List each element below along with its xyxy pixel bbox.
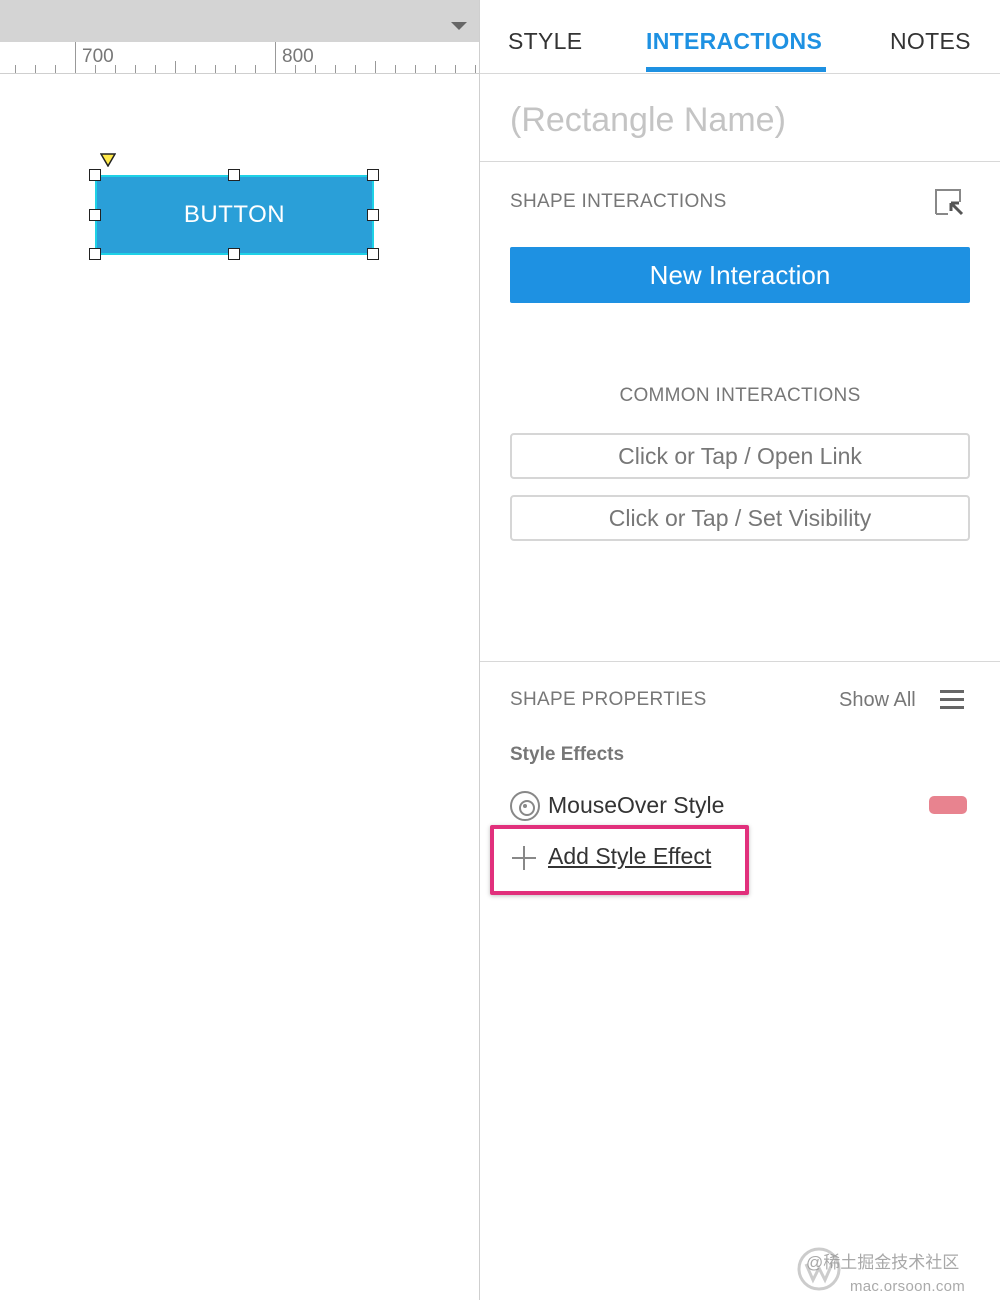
resize-handle[interactable] [228,169,240,181]
resize-handle[interactable] [367,248,379,260]
add-style-effect-label[interactable]: Add Style Effect [548,843,711,870]
tab-interactions[interactable]: INTERACTIONS [646,28,822,55]
ruler-tick [435,65,436,73]
ruler-tick [415,65,416,73]
style-effect-row[interactable]: MouseOver Style [510,790,970,824]
ruler-tick [255,65,256,73]
resize-handle[interactable] [89,209,101,221]
set-visibility-interaction-button[interactable]: Click or Tap / Set Visibility [510,495,970,541]
ruler-tick [215,65,216,73]
ruler-tick [135,65,136,73]
ruler-tick [155,65,156,73]
open-link-interaction-button[interactable]: Click or Tap / Open Link [510,433,970,479]
watermark-text: @稀土掘金技术社区 [806,1253,960,1272]
horizontal-ruler: 700 800 [0,42,479,74]
chevron-down-icon[interactable] [451,22,467,30]
hamburger-menu-icon[interactable] [940,690,964,710]
ruler-tick [455,65,456,73]
section-divider [480,661,1000,662]
section-title-shape-properties: SHAPE PROPERTIES [510,689,707,710]
target-icon [510,791,540,821]
resize-handle[interactable] [367,169,379,181]
ruler-label: 800 [282,46,314,67]
pop-out-icon[interactable] [934,188,964,216]
resize-handle[interactable] [367,209,379,221]
resize-handle[interactable] [89,248,101,260]
inspector-tabs: STYLE INTERACTIONS NOTES [480,0,1000,74]
style-color-swatch[interactable] [929,796,967,814]
ruler-tick [295,65,296,73]
ruler-tick [275,42,276,73]
resize-handle[interactable] [89,169,101,181]
canvas-top-bar [0,0,479,42]
active-tab-indicator [646,67,826,72]
ruler-tick [115,65,116,73]
plus-icon [512,846,536,870]
style-effect-label[interactable]: MouseOver Style [548,792,724,819]
ruler-tick [375,61,376,73]
section-title-shape-interactions: SHAPE INTERACTIONS [510,191,727,212]
ruler-tick [315,65,316,73]
new-interaction-button[interactable]: New Interaction [510,247,970,303]
ruler-tick [395,65,396,73]
ruler-tick [55,65,56,73]
pin-marker-icon[interactable] [100,153,116,167]
ruler-tick [335,65,336,73]
selected-shape[interactable]: BUTTON [89,169,379,260]
common-interactions-title: COMMON INTERACTIONS [619,385,861,406]
shape-name-row [480,74,1000,162]
shape-name-input[interactable] [510,96,980,144]
ruler-tick [75,42,76,73]
ruler-tick [475,65,476,73]
design-canvas[interactable]: 700 800 BUTTON [0,0,479,1300]
resize-handle[interactable] [228,248,240,260]
tab-style[interactable]: STYLE [508,28,582,55]
ruler-label: 700 [82,46,114,67]
watermark-url: mac.orsoon.com [850,1278,966,1295]
ruler-tick [235,65,236,73]
ruler-tick [195,65,196,73]
ruler-tick [355,65,356,73]
ruler-tick [15,65,16,73]
ruler-tick [35,65,36,73]
tab-notes[interactable]: NOTES [890,28,971,55]
style-effects-title: Style Effects [510,744,625,765]
ruler-tick [95,65,96,73]
button-shape[interactable]: BUTTON [95,175,374,255]
show-all-link[interactable]: Show All [839,689,916,712]
inspector-panel: STYLE INTERACTIONS NOTES SHAPE INTERACTI… [480,0,1000,1300]
ruler-tick [175,61,176,73]
